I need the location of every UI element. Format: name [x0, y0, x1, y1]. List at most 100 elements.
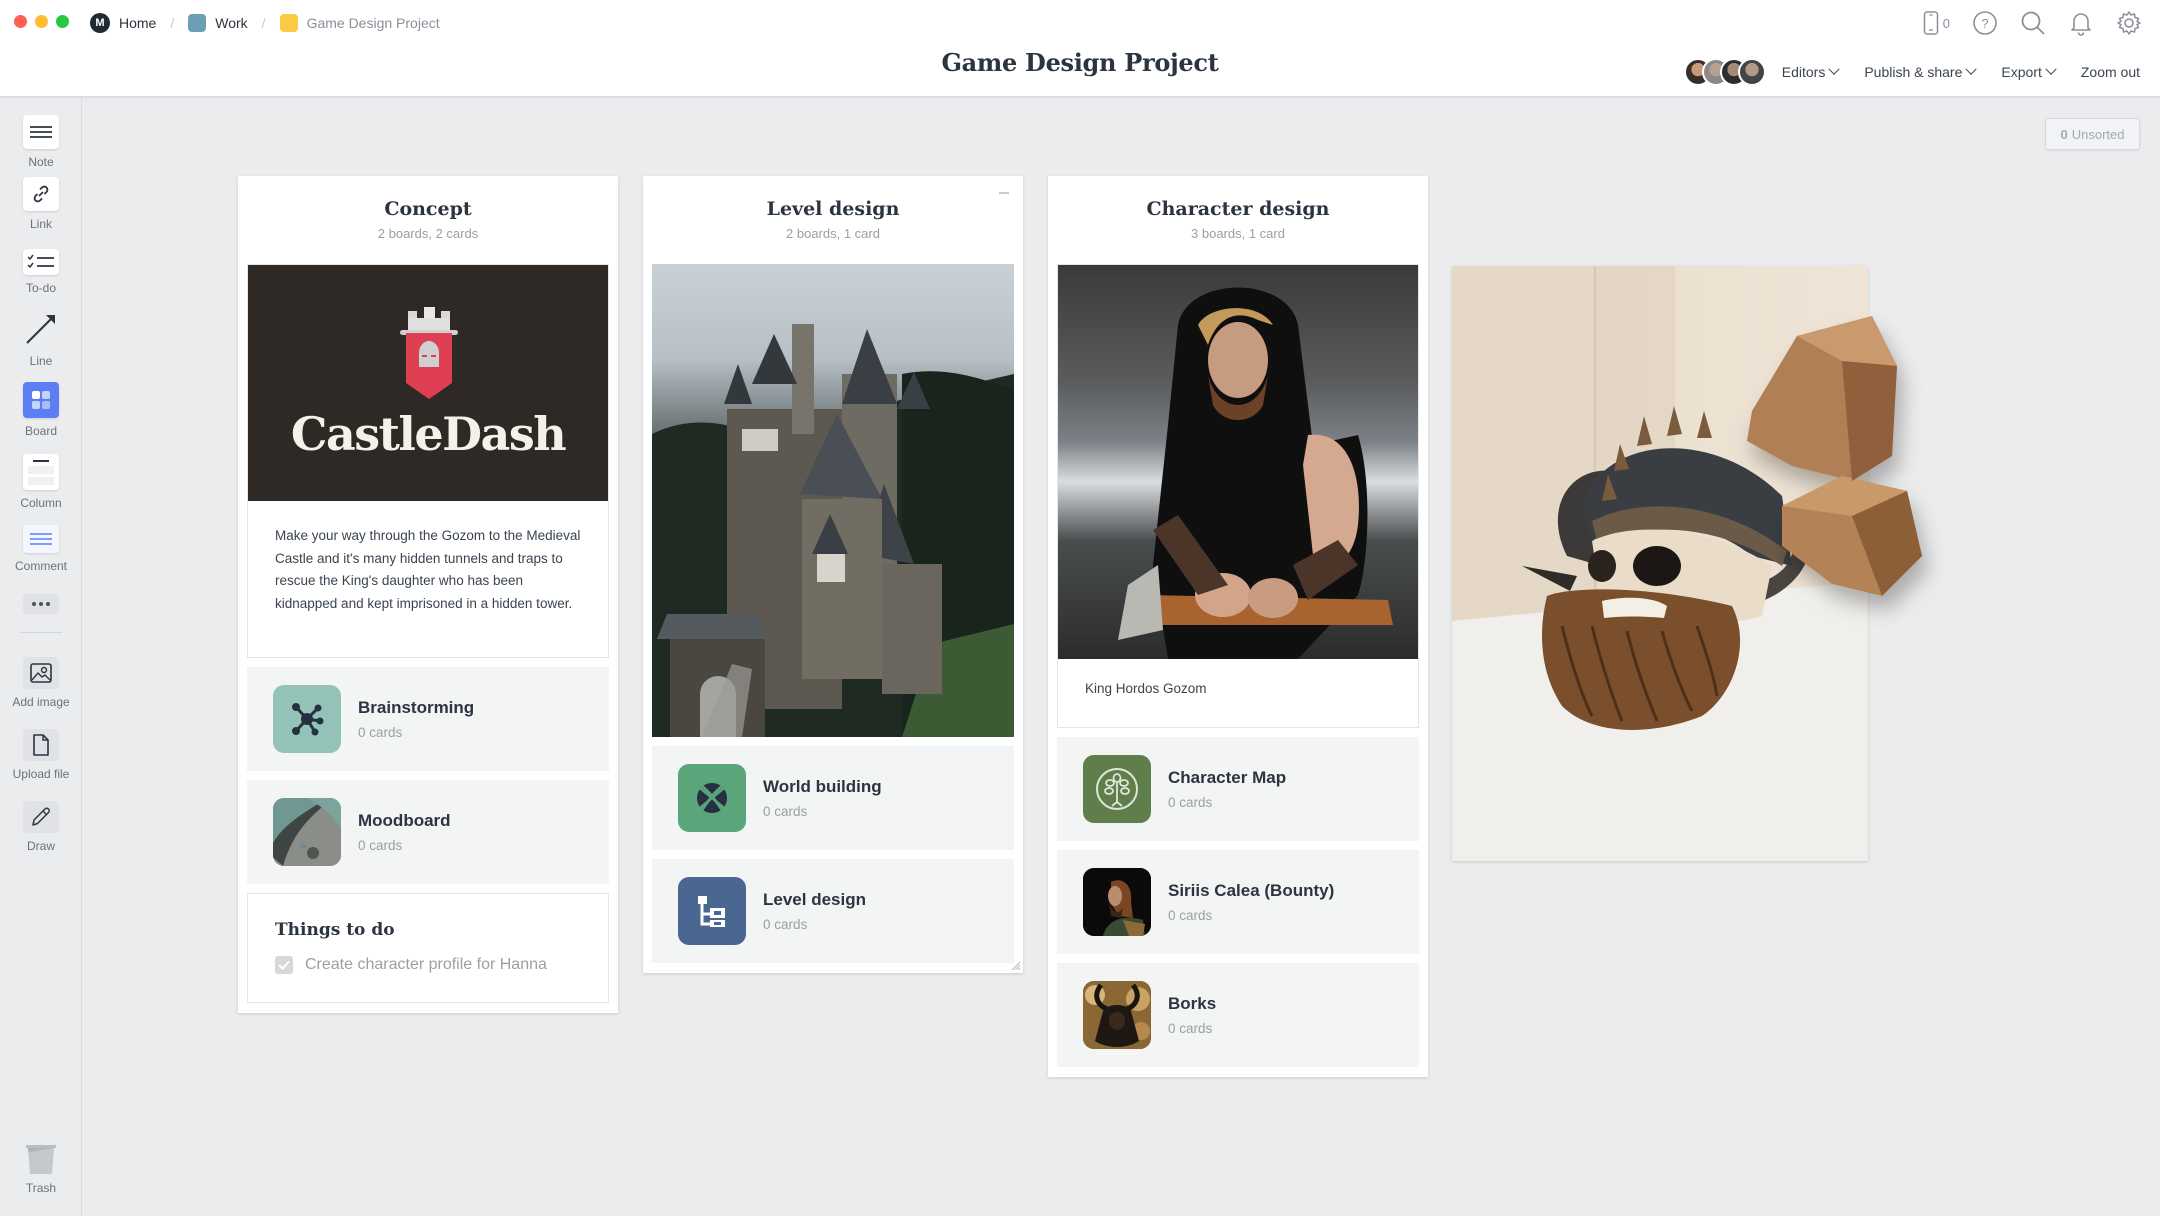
tool-link[interactable]: Link	[0, 177, 82, 231]
moodboard-board-icon	[273, 798, 341, 866]
tool-note[interactable]: Note	[0, 115, 82, 169]
tool-draw-box	[23, 801, 59, 833]
tool-comment-box	[23, 525, 59, 553]
minimize-window-button[interactable]	[35, 15, 48, 28]
castle-banner-icon	[400, 307, 458, 399]
column-title[interactable]: Concept	[238, 198, 618, 220]
image-caption[interactable]: King Hordos Gozom	[1058, 659, 1418, 727]
board-card-count: 0 cards	[1168, 1021, 1213, 1036]
column-level-design[interactable]: Level design 2 boards, 1 card World buil…	[643, 176, 1023, 973]
tool-label: Comment	[14, 559, 67, 573]
tool-upload-file-box	[23, 729, 59, 761]
board-brainstorming[interactable]: Brainstorming 0 cards	[247, 667, 609, 771]
column-title[interactable]: Level design	[643, 198, 1023, 220]
image-card-castledash[interactable]: CastleDash Make your way through the Goz…	[247, 264, 609, 658]
board-icon	[32, 391, 50, 409]
publish-share-dropdown[interactable]: Publish & share	[1864, 63, 1978, 80]
column-subtitle: 2 boards, 1 card	[786, 226, 880, 241]
board-siriis-calea[interactable]: Siriis Calea (Bounty) 0 cards	[1057, 850, 1419, 954]
board-name: Borks	[1168, 994, 1217, 1013]
close-window-button[interactable]	[14, 15, 27, 28]
mobile-devices-button[interactable]: 0	[1923, 11, 1950, 35]
pencil-icon	[32, 807, 50, 826]
image-card-king[interactable]: King Hordos Gozom	[1057, 264, 1419, 728]
tool-column[interactable]: Column	[0, 454, 82, 510]
todo-checkbox[interactable]	[275, 956, 293, 974]
breadcrumb: M Home / Work / Game Design Project	[90, 11, 440, 35]
trash-icon	[26, 1145, 56, 1174]
breadcrumb-work[interactable]: Work	[188, 14, 248, 32]
top-icon-bar: 0 ?	[1923, 10, 2142, 36]
board-level-design[interactable]: Level design 0 cards	[652, 859, 1014, 963]
board-name: Level design	[763, 890, 866, 909]
board-color-icon	[279, 14, 298, 32]
board-borks[interactable]: Borks 0 cards	[1057, 963, 1419, 1067]
tool-label: Line	[29, 354, 53, 368]
tool-column-box	[23, 454, 59, 490]
tool-label: Note	[28, 155, 54, 169]
help-icon: ?	[1973, 11, 1997, 35]
column-concept[interactable]: Concept 2 boards, 2 cards CastleDash Mak…	[238, 176, 618, 1013]
world-building-board-icon	[678, 764, 746, 832]
help-button[interactable]: ?	[1972, 10, 1998, 36]
note-text[interactable]: Make your way through the Gozom to the M…	[248, 501, 608, 657]
column-character-design[interactable]: Character design 3 boards, 1 card King H…	[1048, 176, 1428, 1077]
notifications-button[interactable]	[2068, 10, 2094, 36]
search-button[interactable]	[2020, 10, 2046, 36]
tool-add-image[interactable]: Add image	[0, 657, 82, 709]
zoom-out-button[interactable]: Zoom out	[2081, 64, 2140, 80]
board-character-map[interactable]: Character Map 0 cards	[1057, 737, 1419, 841]
tool-upload-file[interactable]: Upload file	[0, 729, 82, 781]
tool-draw[interactable]: Draw	[0, 801, 82, 853]
tool-comment[interactable]: Comment	[0, 525, 82, 573]
network-nodes-icon	[292, 703, 324, 736]
tool-line[interactable]: Line	[0, 310, 82, 368]
breadcrumb-current[interactable]: Game Design Project	[279, 14, 440, 32]
todo-card[interactable]: Things to do Create character profile fo…	[247, 893, 609, 1003]
more-dot	[46, 602, 50, 606]
more-tools-button[interactable]	[23, 594, 59, 614]
editors-dropdown[interactable]: Editors	[1782, 63, 1840, 80]
zoom-out-label: Zoom out	[2080, 64, 2140, 80]
board-card-count: 0 cards	[1168, 908, 1213, 923]
unsorted-label: Unsorted	[2071, 126, 2125, 142]
column-title[interactable]: Character design	[1048, 198, 1428, 220]
tool-board[interactable]: Board	[0, 382, 82, 438]
tool-todo[interactable]: To-do	[0, 249, 82, 295]
todo-item-text[interactable]: Create character profile for Hanna	[305, 956, 547, 974]
svg-text:?: ?	[1981, 16, 1988, 31]
tool-label: To-do	[25, 281, 57, 295]
editor-avatars[interactable]	[1683, 58, 1766, 86]
castle-photo	[652, 264, 1014, 737]
notification-bell-icon	[2071, 13, 2091, 36]
tool-line-box	[23, 310, 59, 348]
breadcrumb-label: Work	[215, 15, 248, 31]
chevron-down-icon	[1828, 63, 1840, 75]
board-name: Moodboard	[358, 811, 451, 830]
tool-link-box	[23, 177, 59, 211]
board-world-building[interactable]: World building 0 cards	[652, 746, 1014, 850]
breadcrumb-home[interactable]: M Home	[90, 13, 156, 33]
board-moodboard[interactable]: Moodboard 0 cards	[247, 780, 609, 884]
column-collapse-button[interactable]	[999, 192, 1009, 194]
warrior-illustration	[1118, 287, 1393, 659]
trash-label: Trash	[25, 1181, 57, 1195]
more-dot	[39, 602, 43, 606]
chevron-down-icon	[1965, 63, 1978, 75]
tool-label: Draw	[26, 839, 55, 853]
maximize-window-button[interactable]	[56, 15, 69, 28]
export-dropdown[interactable]: Export	[2001, 63, 2057, 80]
checkmark-icon	[278, 960, 290, 970]
trash-button[interactable]: Trash	[0, 1143, 82, 1195]
unsorted-count: 0	[2060, 126, 2068, 142]
tree-emblem-icon	[1096, 768, 1138, 810]
tool-todo-box	[23, 249, 59, 275]
board-name: Brainstorming	[358, 698, 475, 717]
settings-button[interactable]	[2116, 10, 2142, 36]
file-icon	[33, 734, 49, 756]
mobile-device-icon	[1923, 11, 1939, 35]
image-card-castle[interactable]	[652, 264, 1014, 737]
column-resize-handle[interactable]	[1010, 960, 1020, 970]
image-card-viking-skull[interactable]	[1452, 266, 1922, 861]
unsorted-button[interactable]: 0 Unsorted	[2045, 118, 2140, 150]
